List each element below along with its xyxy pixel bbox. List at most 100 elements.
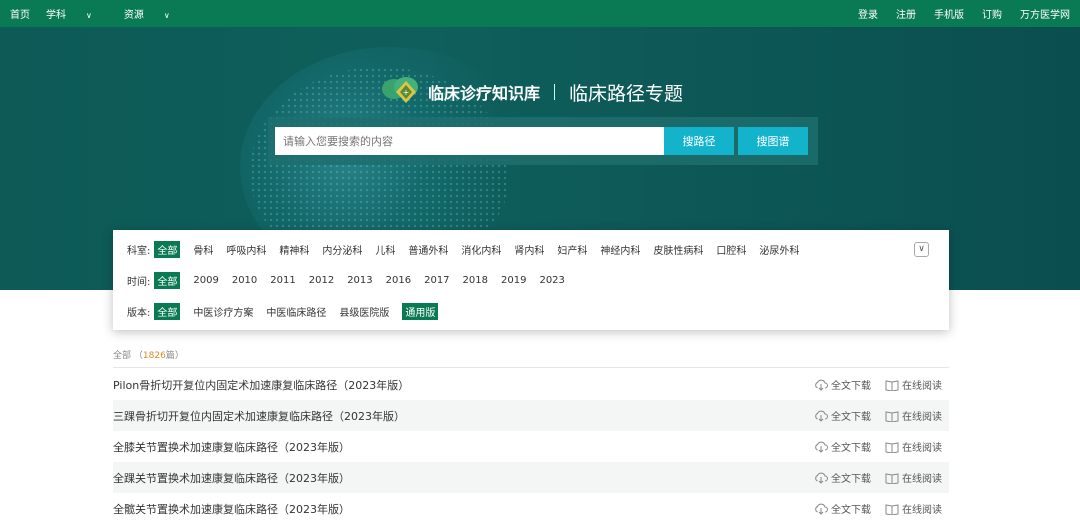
nav-resource[interactable]: 资源 ∨: [124, 6, 186, 21]
dept-option[interactable]: 骨科: [193, 242, 213, 257]
nav-resource-label: 资源: [123, 10, 144, 21]
nav-mobile[interactable]: 手机版: [934, 6, 964, 21]
brand-title: 临床诊疗知识库: [428, 84, 541, 103]
count-all-label: 全部: [113, 351, 132, 361]
search-input[interactable]: [275, 127, 664, 155]
filter-panel: 科室: 全部 骨科 呼吸内科 精神科 内分泌科 儿科 普通外科 消化内科 肾内科…: [113, 230, 949, 330]
nav-home[interactable]: 首页: [10, 6, 30, 21]
year-filter-row: 时间: 全部 2009 2010 2011 2012 2013 2016 201…: [127, 271, 565, 289]
item-title[interactable]: 全髋关节置换术加速康复临床路径（2023年版）: [113, 501, 350, 517]
brand-divider: [554, 84, 556, 100]
year-option[interactable]: 2009: [193, 275, 218, 286]
dept-option[interactable]: 消化内科: [461, 242, 501, 257]
dept-option[interactable]: 全部: [154, 240, 181, 258]
year-option[interactable]: 2023: [539, 275, 564, 286]
version-option[interactable]: 中医临床路径: [266, 304, 326, 319]
dept-label: 科室:: [127, 245, 151, 257]
item-actions: 全文下载 在线阅读: [800, 470, 942, 485]
cloud-download-icon: [815, 379, 828, 391]
dept-option[interactable]: 普通外科: [408, 242, 448, 257]
chevron-down-icon: ∨: [86, 11, 92, 20]
year-option[interactable]: 2012: [309, 275, 334, 286]
download-label: 全文下载: [831, 443, 871, 454]
cloud-download-icon: [815, 410, 828, 422]
count-number: 1826: [142, 351, 166, 361]
dept-option[interactable]: 儿科: [375, 242, 395, 257]
dept-option[interactable]: 神经内科: [600, 242, 640, 257]
version-option[interactable]: 通用版: [402, 302, 439, 320]
download-button[interactable]: 全文下载: [814, 501, 871, 516]
download-label: 全文下载: [831, 381, 871, 392]
cloud-download-icon: [815, 472, 828, 484]
version-option[interactable]: 全部: [154, 302, 181, 320]
item-actions: 全文下载 在线阅读: [800, 501, 942, 516]
version-option[interactable]: 县级医院版: [339, 304, 389, 319]
year-option[interactable]: 2019: [501, 275, 526, 286]
read-label: 在线阅读: [902, 443, 942, 454]
year-option[interactable]: 2013: [347, 275, 372, 286]
version-label: 版本:: [127, 307, 151, 319]
download-button[interactable]: 全文下载: [814, 439, 871, 454]
divider: [113, 367, 949, 368]
item-title[interactable]: 全膝关节置换术加速康复临床路径（2023年版）: [113, 439, 350, 455]
expand-chevron-icon[interactable]: ∨: [914, 242, 929, 257]
topnav-left: 首页 学科 ∨ 资源 ∨: [10, 6, 202, 21]
count-unit: 篇: [165, 351, 175, 361]
book-icon: [885, 472, 899, 484]
nav-subject[interactable]: 学科 ∨: [46, 6, 108, 21]
year-option[interactable]: 2018: [463, 275, 488, 286]
item-actions: 全文下载 在线阅读: [800, 439, 942, 454]
download-button[interactable]: 全文下载: [814, 377, 871, 392]
nav-login[interactable]: 登录: [858, 6, 878, 21]
item-actions: 全文下载 在线阅读: [800, 377, 942, 392]
dept-option[interactable]: 呼吸内科: [226, 242, 266, 257]
list-item: 全膝关节置换术加速康复临床路径（2023年版） 全文下载 在线阅读: [113, 431, 949, 462]
download-button[interactable]: 全文下载: [814, 470, 871, 485]
item-title[interactable]: Pilon骨折切开复位内固定术加速康复临床路径（2023年版）: [113, 377, 409, 393]
dept-option[interactable]: 皮肤性病科: [653, 242, 703, 257]
dept-option[interactable]: 肾内科: [514, 242, 544, 257]
top-navbar: 首页 学科 ∨ 资源 ∨ 登录 注册 手机版 订购 万方医学网: [0, 0, 1080, 27]
book-icon: [885, 410, 899, 422]
item-title[interactable]: 三踝骨折切开复位内固定术加速康复临床路径（2023年版）: [113, 408, 405, 424]
read-button[interactable]: 在线阅读: [885, 501, 942, 516]
year-option[interactable]: 2011: [270, 275, 295, 286]
book-icon: [885, 503, 899, 515]
read-button[interactable]: 在线阅读: [885, 470, 942, 485]
list-item: Pilon骨折切开复位内固定术加速康复临床路径（2023年版） 全文下载 在线阅…: [113, 369, 949, 400]
year-label: 时间:: [127, 276, 151, 288]
topnav-right: 登录 注册 手机版 订购 万方医学网: [840, 6, 1070, 21]
dept-option[interactable]: 内分泌科: [322, 242, 362, 257]
nav-wanfang[interactable]: 万方医学网: [1020, 6, 1070, 21]
year-option[interactable]: 2010: [232, 275, 257, 286]
read-button[interactable]: 在线阅读: [885, 439, 942, 454]
item-title[interactable]: 全踝关节置换术加速康复临床路径（2023年版）: [113, 470, 350, 486]
search-graph-button[interactable]: 搜图谱: [738, 127, 808, 155]
download-button[interactable]: 全文下载: [814, 408, 871, 423]
download-label: 全文下载: [831, 412, 871, 423]
read-label: 在线阅读: [902, 474, 942, 485]
year-option[interactable]: 2017: [424, 275, 449, 286]
year-option[interactable]: 2016: [386, 275, 411, 286]
read-label: 在线阅读: [902, 381, 942, 392]
nav-subscribe[interactable]: 订购: [982, 6, 1002, 21]
year-option[interactable]: 全部: [154, 271, 181, 289]
dept-option[interactable]: 泌尿外科: [759, 242, 799, 257]
dept-option[interactable]: 妇产科: [557, 242, 587, 257]
search-path-button[interactable]: 搜路径: [664, 127, 734, 155]
read-label: 在线阅读: [902, 412, 942, 423]
nav-register[interactable]: 注册: [896, 6, 916, 21]
version-option[interactable]: 中医诊疗方案: [193, 304, 253, 319]
chevron-down-icon: ∨: [163, 11, 170, 20]
read-button[interactable]: 在线阅读: [885, 377, 942, 392]
list-item: 全踝关节置换术加速康复临床路径（2023年版） 全文下载 在线阅读: [113, 462, 949, 493]
read-button[interactable]: 在线阅读: [885, 408, 942, 423]
svg-text:+: +: [403, 88, 410, 97]
book-icon: [885, 379, 899, 391]
dept-filter-row: 科室: 全部 骨科 呼吸内科 精神科 内分泌科 儿科 普通外科 消化内科 肾内科…: [127, 240, 799, 258]
dept-option[interactable]: 口腔科: [716, 242, 746, 257]
cloud-download-icon: [815, 441, 828, 453]
search-box: 搜路径 搜图谱: [268, 117, 818, 165]
item-actions: 全文下载 在线阅读: [800, 408, 942, 423]
dept-option[interactable]: 精神科: [279, 242, 309, 257]
